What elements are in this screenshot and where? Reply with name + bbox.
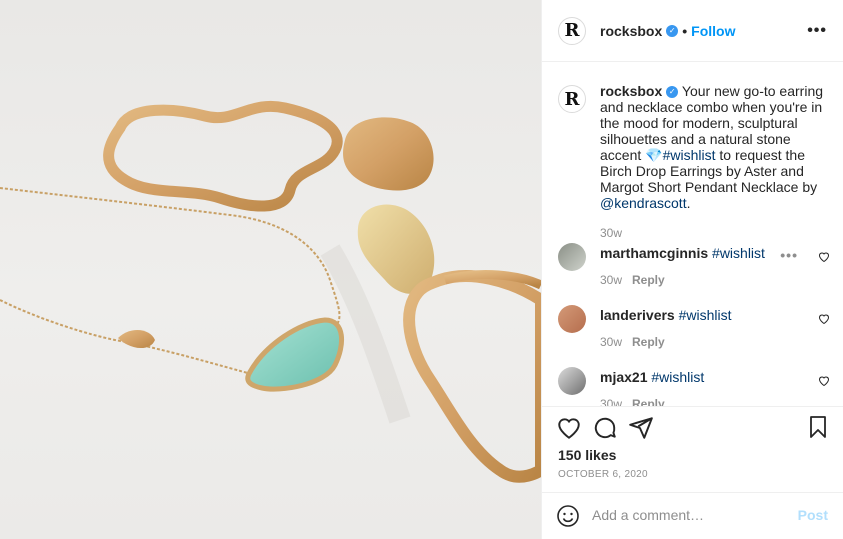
comment-hashtag[interactable]: #wishlist <box>651 369 704 385</box>
comment-text: mjax21 #wishlist <box>600 369 704 385</box>
post-comment-button[interactable]: Post <box>798 507 828 523</box>
caption-hashtag[interactable]: #wishlist <box>663 147 716 163</box>
comment-item: mjax21 #wishlist 30w Reply <box>558 367 830 406</box>
reply-button[interactable]: Reply <box>632 273 665 287</box>
comment-text: landerivers #wishlist <box>600 307 732 323</box>
comment-username[interactable]: landerivers <box>600 307 675 323</box>
likes-count[interactable]: 150 likes <box>558 447 616 463</box>
share-paper-plane-icon[interactable] <box>628 415 654 441</box>
jewelry-photo <box>0 100 541 483</box>
gem-emoji: 💎 <box>645 147 663 163</box>
like-comment-heart-icon[interactable] <box>818 251 830 263</box>
caption-username[interactable]: rocksbox <box>600 83 662 99</box>
post-header: R rocksbox ✓ • Follow ••• <box>542 0 843 62</box>
post-caption: R rocksbox ✓ Your new go-to earring and n… <box>542 63 843 241</box>
reply-button[interactable]: Reply <box>632 397 665 406</box>
follow-button[interactable]: Follow <box>691 23 735 39</box>
caption-body: rocksbox ✓ Your new go-to earring and nec… <box>600 83 828 241</box>
comment-username[interactable]: mjax21 <box>600 369 647 385</box>
comment-hashtag[interactable]: #wishlist <box>679 307 732 323</box>
action-icons <box>556 415 654 441</box>
comments-list[interactable]: R rocksbox ✓ Your new go-to earring and n… <box>542 63 843 406</box>
post-photo[interactable] <box>0 0 541 539</box>
like-heart-icon[interactable] <box>556 415 582 441</box>
instagram-post: R rocksbox ✓ • Follow ••• R rocksbox ✓ Yo… <box>0 0 843 539</box>
save-bookmark-icon[interactable] <box>806 415 830 439</box>
comment-options-icon[interactable]: ••• <box>780 247 798 263</box>
comment-input[interactable] <box>592 505 792 525</box>
caption-text-end: . <box>686 195 691 211</box>
verified-badge-icon: ✓ <box>666 24 679 37</box>
comment-hashtag[interactable]: #wishlist <box>712 245 765 261</box>
comment-item: marthamcginnis #wishlist 30w Reply ••• <box>558 243 830 291</box>
post-side-panel: R rocksbox ✓ • Follow ••• R rocksbox ✓ Yo… <box>541 0 843 539</box>
verified-badge-icon: ✓ <box>666 86 679 99</box>
emoji-smiley-icon[interactable] <box>556 504 580 528</box>
separator-dot: • <box>682 22 688 39</box>
add-comment-bar: Post <box>542 492 843 539</box>
comment-bubble-icon[interactable] <box>592 415 618 441</box>
caption-timestamp: 30w <box>600 226 623 240</box>
comment-username[interactable]: marthamcginnis <box>600 245 708 261</box>
caption-mention[interactable]: @kendrascott <box>600 195 687 211</box>
comment-meta: 30w Reply <box>600 273 665 287</box>
comment-time: 30w <box>600 273 623 287</box>
commenter-avatar[interactable] <box>558 243 586 271</box>
comment-text: marthamcginnis #wishlist <box>600 245 765 261</box>
post-actions: 150 likes OCTOBER 6, 2020 <box>542 406 843 496</box>
more-options-icon[interactable]: ••• <box>807 22 827 40</box>
commenter-avatar[interactable] <box>558 367 586 395</box>
like-comment-heart-icon[interactable] <box>818 375 830 387</box>
caption-avatar[interactable]: R <box>558 85 586 113</box>
comment-item: landerivers #wishlist 30w Reply <box>558 305 830 353</box>
comment-meta: 30w Reply <box>600 397 665 406</box>
reply-button[interactable]: Reply <box>632 335 665 349</box>
commenter-avatar[interactable] <box>558 305 586 333</box>
author-avatar[interactable]: R <box>558 16 586 45</box>
post-date: OCTOBER 6, 2020 <box>558 469 648 480</box>
comment-time: 30w <box>600 397 623 406</box>
comment-time: 30w <box>600 335 623 349</box>
author-username[interactable]: rocksbox <box>600 23 662 39</box>
comment-meta: 30w Reply <box>600 335 665 349</box>
like-comment-heart-icon[interactable] <box>818 313 830 325</box>
